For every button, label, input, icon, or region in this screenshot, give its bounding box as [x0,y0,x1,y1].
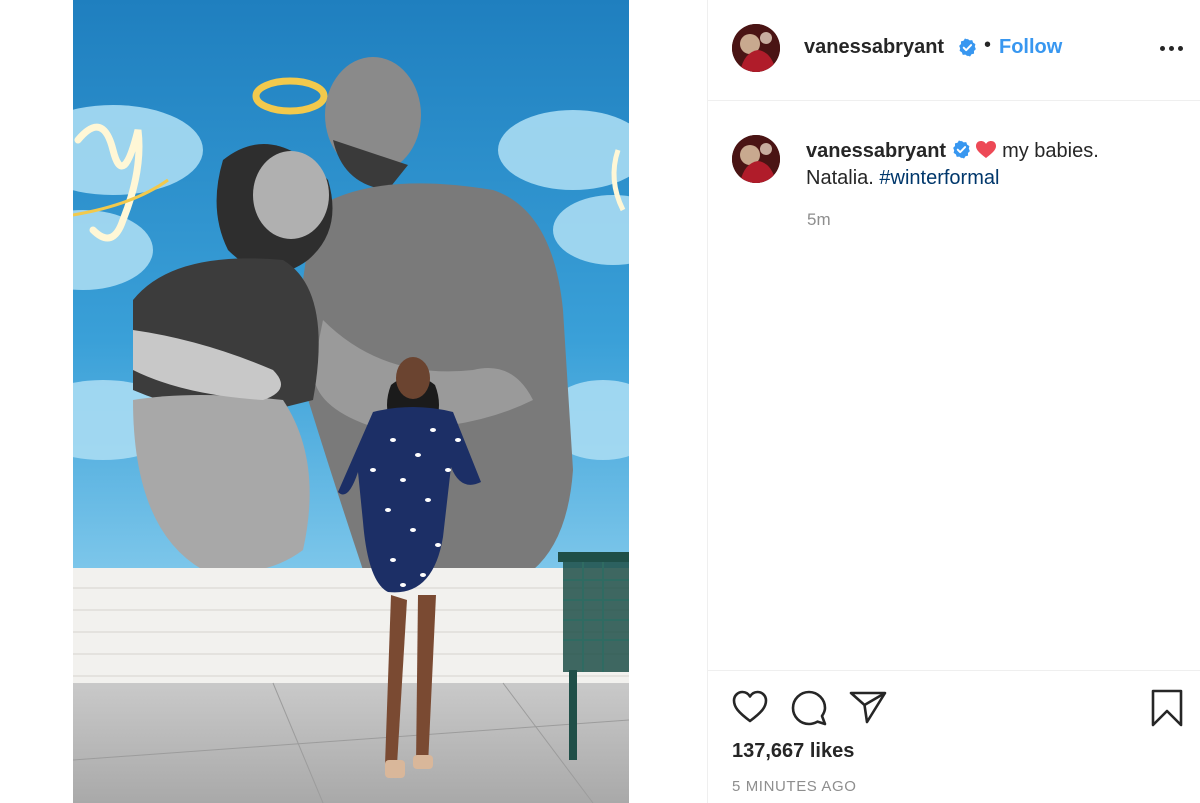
post-photo[interactable] [73,0,629,803]
username-link[interactable]: vanessabryant [804,36,944,59]
red-heart-emoji-icon [976,141,997,158]
hashtag-link[interactable]: #winterformal [879,167,999,189]
heart-icon[interactable] [732,690,768,724]
caption-body-line2: Natalia. [806,167,874,189]
post-actions-footer: 137,667 likes 5 MINUTES AGO [708,670,1200,803]
post-timestamp[interactable]: 5 MINUTES AGO [732,778,857,795]
avatar-image [732,135,780,183]
separator-dot: • [984,34,992,56]
more-options-icon[interactable] [1160,40,1184,56]
share-icon[interactable] [849,690,887,724]
caption-body-line1: my babies. [1002,140,1099,162]
caption-text: vanessabryant my babies. Natalia. #winte… [806,138,1176,192]
caption-avatar[interactable] [732,135,780,183]
follow-button[interactable]: Follow [999,36,1062,59]
post-media-area [0,0,707,803]
bookmark-icon[interactable] [1151,689,1183,727]
likes-count[interactable]: 137,667 likes [732,740,854,763]
verified-badge-icon [953,140,970,159]
caption-time[interactable]: 5m [807,210,831,230]
post-header: vanessabryant • Follow [708,0,1200,101]
avatar[interactable] [732,24,780,72]
mural-photo-illustration [73,0,629,803]
caption-username-link[interactable]: vanessabryant [806,140,946,162]
verified-badge-icon [959,38,976,57]
post-side-panel: vanessabryant • Follow vanessabryant my … [708,0,1200,803]
avatar-image [732,24,780,72]
comment-icon[interactable] [791,690,827,726]
